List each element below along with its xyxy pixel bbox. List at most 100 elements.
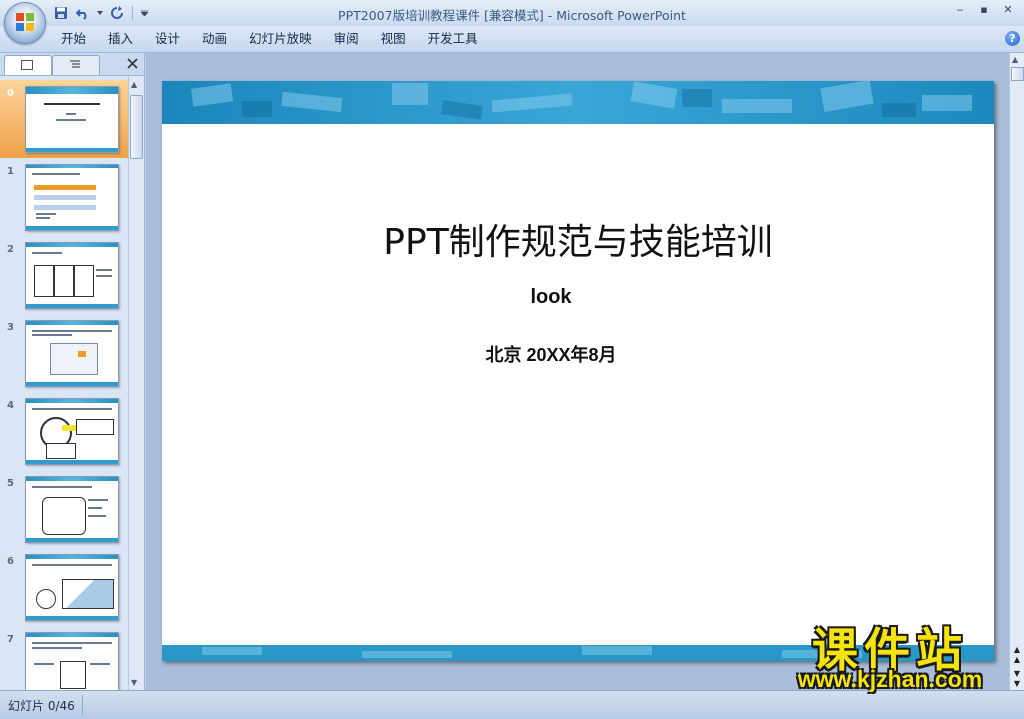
watermark-url: www.kjzhan.com — [797, 666, 983, 692]
maximize-button[interactable]: ▪ — [976, 3, 992, 17]
tab-view[interactable]: 视图 — [370, 26, 417, 52]
thumb-text-line — [32, 173, 80, 175]
thumb-shape — [62, 579, 114, 609]
status-separator — [82, 695, 83, 715]
slide-thumbnail[interactable]: 4 — [0, 392, 128, 470]
thumb-footer-band — [26, 616, 118, 620]
thumb-text-line — [32, 642, 112, 644]
slide-title[interactable]: PPT制作规范与技能培训 — [162, 213, 994, 265]
thumb-footer-band — [26, 226, 118, 230]
scroll-down-icon[interactable]: ▼ — [131, 678, 137, 687]
thumb-bar — [62, 425, 76, 431]
slide-editor: PPT制作规范与技能培训 look 北京 20XX年8月 — [146, 53, 1010, 690]
outline-icon — [70, 60, 80, 68]
tab-developer[interactable]: 开发工具 — [417, 26, 489, 52]
slide-thumbnail[interactable]: 2 — [0, 236, 128, 314]
tab-slides[interactable] — [4, 55, 52, 75]
tab-slide-show[interactable]: 幻灯片放映 — [238, 26, 323, 52]
scrollbar-thumb[interactable] — [130, 95, 143, 159]
minimize-button[interactable]: ‒ — [952, 3, 968, 17]
thumb-text-line — [66, 113, 76, 115]
office-logo-icon — [16, 13, 34, 31]
thumb-text-line — [32, 564, 112, 566]
thumb-text-line — [32, 330, 112, 332]
tab-review[interactable]: 审阅 — [323, 26, 370, 52]
slide-number: 7 — [7, 634, 14, 645]
thumb-text-line — [88, 515, 106, 517]
thumb-header-band — [26, 633, 118, 637]
thumb-footer-band — [26, 148, 118, 152]
thumb-text-line — [96, 269, 112, 271]
slide-number: 0 — [7, 88, 14, 99]
thumb-shape — [46, 443, 76, 459]
thumb-text-line — [32, 334, 72, 336]
thumb-text-line — [90, 663, 110, 665]
slide-date-line[interactable]: 北京 20XX年8月 — [162, 341, 940, 367]
slide-subtitle[interactable]: look — [162, 286, 940, 309]
thumb-header-band — [26, 321, 118, 325]
slide-thumbnail-preview — [25, 554, 119, 621]
thumb-shape — [54, 265, 74, 297]
scroll-up-icon[interactable]: ▲ — [1012, 55, 1018, 64]
scroll-up-icon[interactable]: ▲ — [131, 80, 137, 89]
slide-thumbnail-preview — [25, 320, 119, 387]
close-button[interactable]: ✕ — [1000, 3, 1016, 17]
thumb-footer-band — [26, 538, 118, 542]
tab-outline[interactable] — [52, 55, 100, 75]
slide-number: 2 — [7, 244, 14, 255]
slide-thumbnail[interactable]: 1 — [0, 158, 128, 236]
slide-thumbnail-preview — [25, 86, 119, 153]
slide-number: 3 — [7, 322, 14, 333]
slide-thumbnail[interactable]: 5 — [0, 470, 128, 548]
thumb-text-line — [88, 499, 108, 501]
thumb-text-line — [36, 217, 50, 219]
thumb-screenshot — [50, 343, 98, 375]
ribbon-tabs-bar: 开始 插入 设计 动画 幻灯片放映 审阅 视图 开发工具 ? — [0, 26, 1024, 53]
ribbon-tabs: 开始 插入 设计 动画 幻灯片放映 审阅 视图 开发工具 — [50, 26, 489, 52]
thumb-text-line — [34, 663, 54, 665]
thumb-header-band — [26, 399, 118, 403]
next-slide-icon[interactable]: ▼ ▼ — [1011, 669, 1023, 689]
thumb-text-line — [96, 275, 112, 277]
scrollbar-thumb[interactable] — [1011, 67, 1024, 81]
thumb-shape — [36, 589, 56, 609]
previous-slide-icon[interactable]: ▲ ▲ — [1011, 645, 1023, 665]
editor-scrollbar[interactable]: ▲ ▲ ▲ ▼ ▼ — [1009, 53, 1024, 690]
tab-design[interactable]: 设计 — [144, 26, 191, 52]
slide-number: 6 — [7, 556, 14, 567]
thumb-header-band — [26, 87, 118, 94]
slide-number: 1 — [7, 166, 14, 177]
pane-tabs — [0, 53, 144, 76]
slide-thumbnail-preview — [25, 398, 119, 465]
slide-number: 5 — [7, 478, 14, 489]
thumb-header-band — [26, 243, 118, 247]
title-bar: PPT2007版培训教程课件 [兼容模式] - Microsoft PowerP… — [0, 0, 1024, 26]
thumb-bar — [78, 351, 86, 357]
window-title: PPT2007版培训教程课件 [兼容模式] - Microsoft PowerP… — [338, 8, 686, 23]
slide-counter: 幻灯片 0/46 — [8, 699, 75, 713]
close-icon — [127, 58, 138, 69]
thumb-shape — [76, 419, 114, 435]
thumbnail-scrollbar[interactable]: ▲ ▼ — [128, 77, 143, 690]
office-button[interactable] — [4, 2, 46, 44]
slide-thumbnail-preview — [25, 476, 119, 543]
slide-thumbnail-preview — [25, 632, 119, 690]
tab-animations[interactable]: 动画 — [191, 26, 238, 52]
slide-thumbnail-list: 0 1 2 3 4 5 6 7 — [0, 77, 128, 690]
thumb-shape — [42, 497, 86, 535]
slide-thumbnail[interactable]: 6 — [0, 548, 128, 626]
help-button[interactable]: ? — [1005, 31, 1020, 46]
thumb-text-line — [44, 103, 100, 105]
tab-home[interactable]: 开始 — [50, 26, 97, 52]
slide-thumbnail[interactable]: 3 — [0, 314, 128, 392]
close-pane-button[interactable] — [127, 55, 138, 73]
slide-thumbnail[interactable]: 7 — [0, 626, 128, 690]
tab-insert[interactable]: 插入 — [97, 26, 144, 52]
thumb-bar — [34, 195, 96, 200]
slide-thumbnail[interactable]: 0 — [0, 80, 128, 158]
slides-icon — [21, 60, 33, 70]
thumb-text-line — [36, 213, 56, 215]
thumb-shape — [74, 265, 94, 297]
slide-number: 4 — [7, 400, 14, 411]
current-slide[interactable]: PPT制作规范与技能培训 look 北京 20XX年8月 — [162, 81, 994, 661]
